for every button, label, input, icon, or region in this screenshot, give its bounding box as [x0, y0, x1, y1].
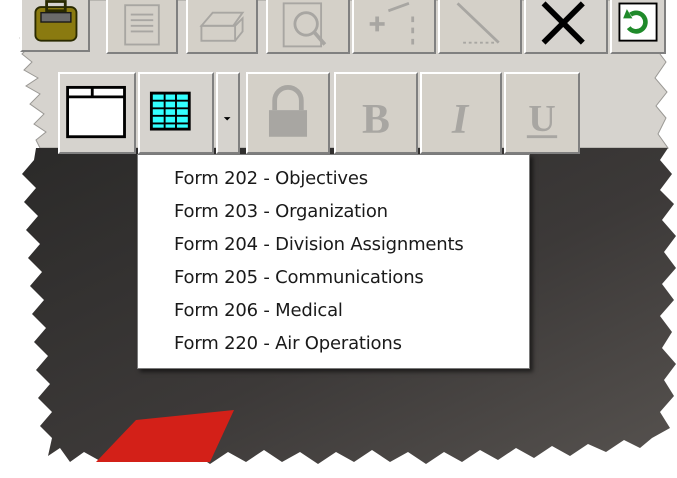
lock-button[interactable] — [246, 72, 330, 154]
menu-item-form-204[interactable]: Form 204 - Division Assignments — [174, 231, 464, 259]
bold-icon: B — [362, 97, 390, 143]
menu-item-form-206[interactable]: Form 206 - Medical — [174, 297, 343, 325]
screenshot-stage: B I U Form 202 - Objectives Form 203 - O… — [0, 0, 677, 478]
add-item-button[interactable] — [352, 0, 436, 54]
form-grid-button[interactable] — [138, 72, 214, 154]
menu-item-form-205[interactable]: Form 205 - Communications — [174, 264, 424, 292]
pencil-button[interactable] — [438, 0, 522, 54]
add-item-icon — [369, 2, 415, 45]
underline-icon: U — [526, 98, 558, 140]
bold-button[interactable]: B — [334, 72, 418, 154]
refresh-icon — [618, 2, 658, 42]
new-window-icon — [66, 85, 126, 139]
lock-icon — [268, 84, 308, 137]
menu-item-form-203[interactable]: Form 203 - Organization — [174, 198, 388, 226]
pencil-icon — [456, 2, 500, 44]
new-window-button[interactable] — [58, 72, 136, 154]
print-preview-button[interactable] — [266, 0, 350, 54]
delete-icon — [541, 1, 585, 45]
delete-button[interactable] — [524, 0, 608, 54]
document-button[interactable] — [106, 0, 178, 54]
menu-item-form-202[interactable]: Form 202 - Objectives — [174, 165, 368, 193]
bold-glyph: B — [362, 97, 390, 143]
printer-button[interactable] — [186, 0, 258, 54]
dropdown-arrow-icon — [223, 117, 231, 121]
italic-icon: I — [451, 97, 470, 143]
menu-item-form-220[interactable]: Form 220 - Air Operations — [174, 330, 402, 358]
printer-icon — [199, 11, 245, 42]
italic-glyph: I — [451, 97, 470, 143]
briefcase-button[interactable] — [20, 0, 90, 52]
italic-button[interactable]: I — [420, 72, 502, 154]
refresh-button[interactable] — [610, 0, 666, 54]
form-dropdown-menu: Form 202 - Objectives Form 203 - Organiz… — [137, 154, 530, 369]
document-icon — [124, 4, 160, 46]
underline-button[interactable]: U — [504, 72, 580, 154]
form-grid-icon — [149, 91, 191, 131]
form-dropdown-button[interactable] — [216, 72, 240, 154]
briefcase-icon — [34, 0, 78, 42]
print-preview-icon — [282, 2, 327, 48]
underline-glyph: U — [528, 98, 555, 140]
